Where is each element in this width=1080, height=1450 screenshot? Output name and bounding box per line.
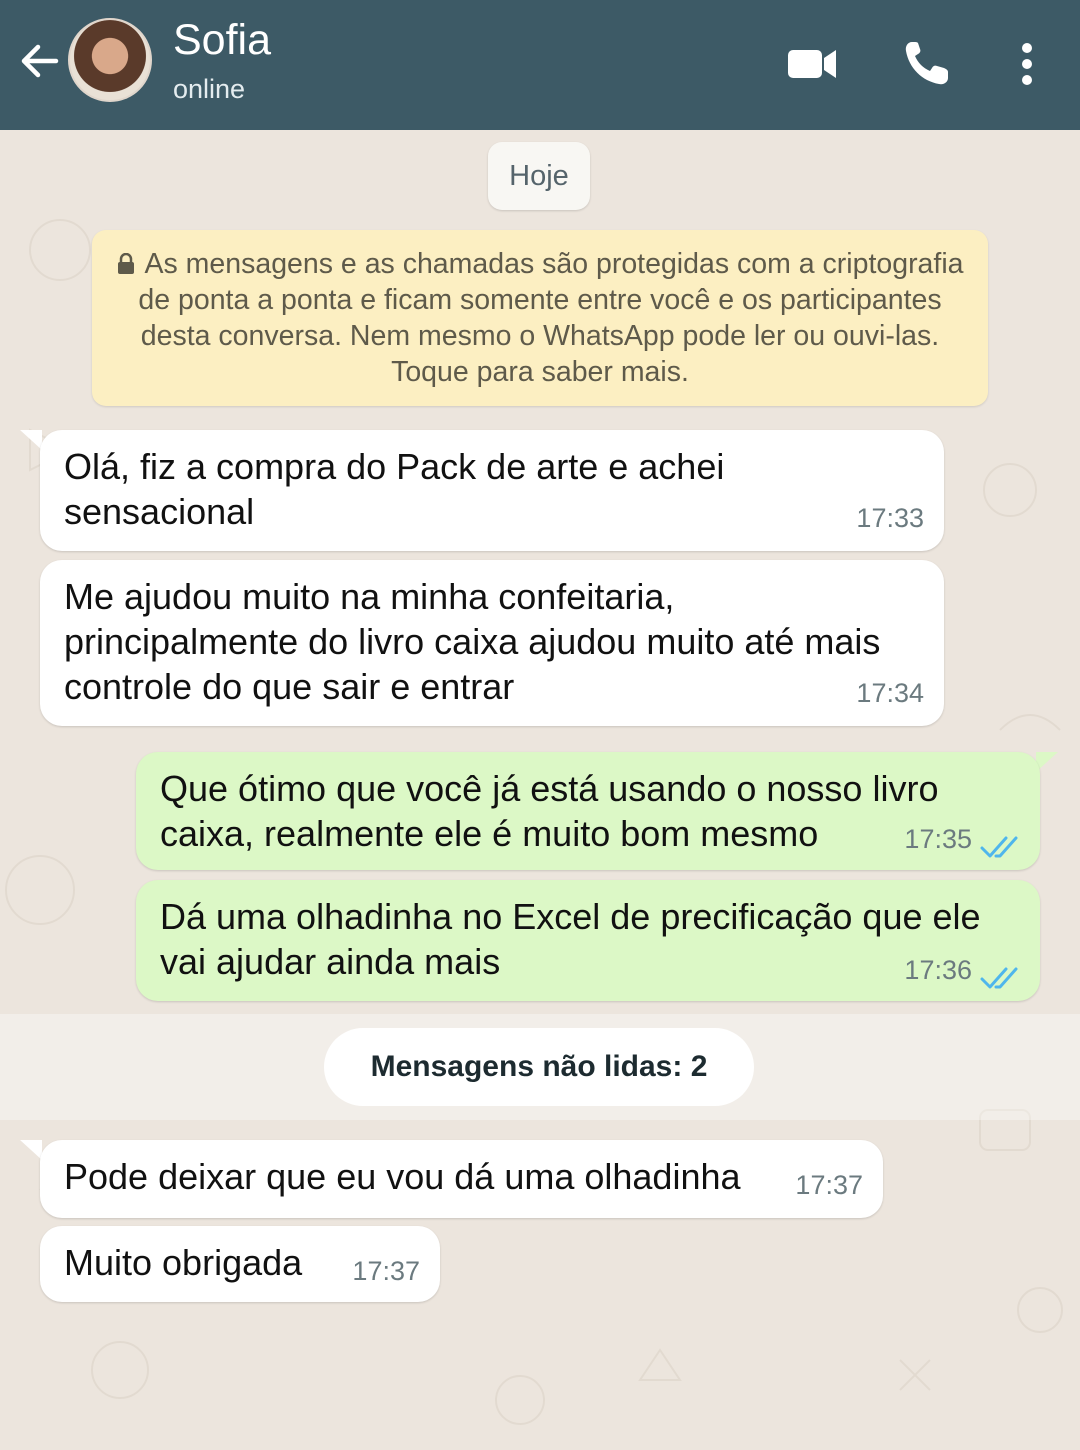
- message-text-line: vai ajudar ainda mais: [160, 941, 501, 982]
- message-incoming[interactable]: Pode deixar que eu vou dá uma olhadinha …: [40, 1140, 883, 1218]
- more-options-icon[interactable]: [1010, 38, 1044, 90]
- contact-avatar[interactable]: [68, 18, 152, 102]
- message-outgoing[interactable]: Que ótimo que você já está usando o noss…: [136, 752, 1040, 870]
- message-outgoing[interactable]: Dá uma olhadinha no Excel de precificaçã…: [136, 880, 1040, 1001]
- message-text-line: Pode deixar que eu vou dá uma olhadinha: [64, 1156, 741, 1197]
- unread-count-label: Mensagens não lidas: 2: [324, 1028, 754, 1106]
- read-receipt-icon: [980, 967, 1018, 989]
- message-text-line: caixa, realmente ele é muito bom mesmo: [160, 813, 819, 854]
- encryption-notice-text: As mensagens e as chamadas são protegida…: [138, 248, 964, 388]
- message-time: 17:36: [904, 955, 972, 985]
- back-arrow-icon[interactable]: [16, 38, 62, 84]
- lock-icon: [118, 253, 135, 274]
- contact-status: online: [173, 74, 246, 104]
- message-text-line: controle do que sair e entrar: [64, 666, 515, 707]
- message-time: 17:35: [904, 824, 972, 854]
- chat-header: Sofia online: [0, 0, 1080, 130]
- message-time: 17:33: [856, 503, 924, 533]
- video-call-icon[interactable]: [784, 38, 840, 90]
- message-incoming[interactable]: Olá, fiz a compra do Pack de arte e ache…: [40, 430, 944, 551]
- contact-name[interactable]: Sofia: [173, 16, 271, 65]
- chat-area[interactable]: Hoje As mensagens e as chamadas são prot…: [0, 130, 1080, 1450]
- encryption-notice[interactable]: As mensagens e as chamadas são protegida…: [92, 230, 988, 406]
- message-text-line: principalmente do livro caixa ajudou mui…: [64, 621, 881, 662]
- message-text-line: Olá, fiz a compra do Pack de arte e ache…: [64, 446, 725, 487]
- message-time: 17:37: [352, 1256, 420, 1286]
- message-text-line: Dá uma olhadinha no Excel de precificaçã…: [160, 896, 981, 937]
- phone-call-icon[interactable]: [900, 38, 956, 90]
- bubble-tail: [20, 430, 42, 450]
- message-text-line: Que ótimo que você já está usando o noss…: [160, 768, 939, 809]
- date-separator: Hoje: [488, 142, 590, 210]
- message-incoming[interactable]: Me ajudou muito na minha confeitaria, pr…: [40, 560, 944, 726]
- message-text-line: Me ajudou muito na minha confeitaria,: [64, 576, 675, 617]
- message-text-line: sensacional: [64, 491, 255, 532]
- read-receipt-icon: [980, 836, 1018, 858]
- message-time: 17:37: [795, 1170, 863, 1200]
- bubble-tail: [20, 1140, 42, 1160]
- message-time: 17:34: [856, 678, 924, 708]
- message-incoming[interactable]: Muito obrigada 17:37: [40, 1226, 440, 1302]
